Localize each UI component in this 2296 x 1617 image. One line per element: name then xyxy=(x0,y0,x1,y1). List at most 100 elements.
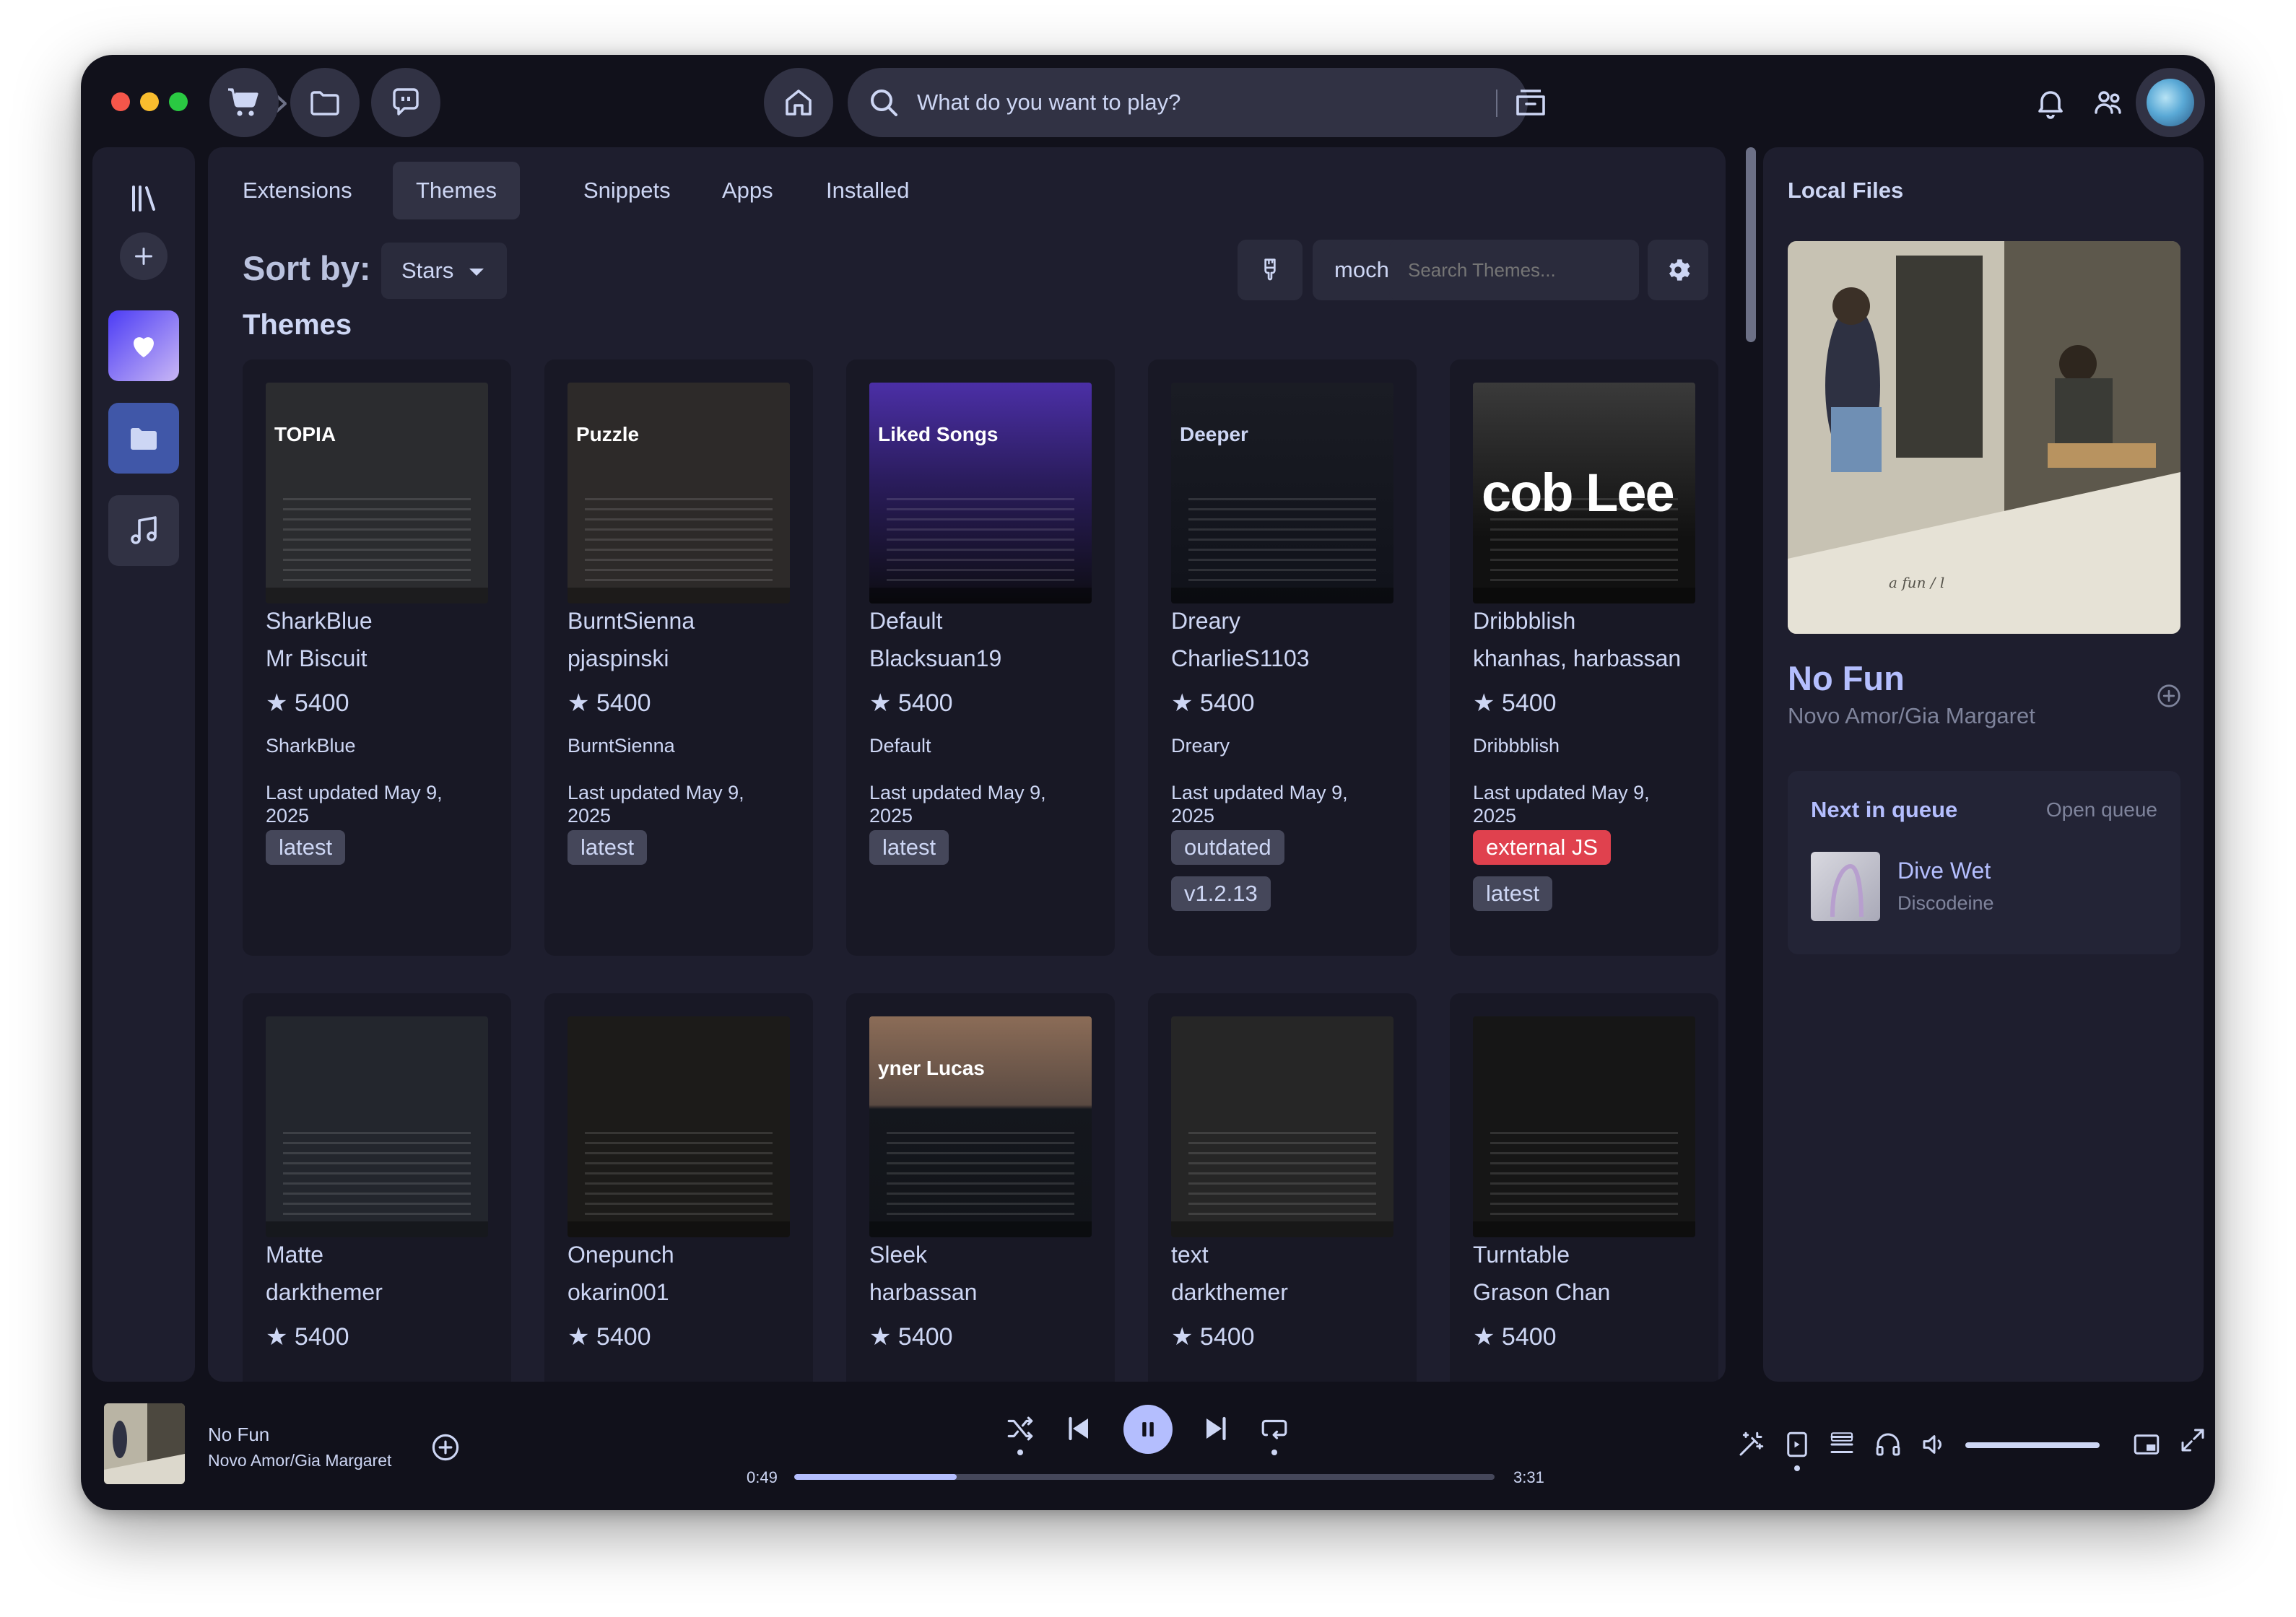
connect-device-icon[interactable] xyxy=(1873,1429,1903,1460)
color-scheme-button[interactable] xyxy=(1238,240,1303,300)
tab-extensions[interactable]: Extensions xyxy=(219,162,375,219)
add-to-library-icon[interactable] xyxy=(430,1432,461,1463)
mini-player-icon[interactable] xyxy=(2131,1429,2162,1460)
theme-author[interactable]: darkthemer xyxy=(1171,1279,1288,1306)
theme-author[interactable]: okarin001 xyxy=(568,1279,669,1306)
theme-name: text xyxy=(1171,1242,1209,1268)
theme-card[interactable]: Onepunch okarin001 ★ 5400 xyxy=(544,993,813,1382)
theme-search-input[interactable] xyxy=(1389,240,1639,300)
theme-card[interactable]: text darkthemer ★ 5400 xyxy=(1148,993,1417,1382)
queue-song-artist[interactable]: Discodeine xyxy=(1897,892,1994,915)
pause-icon xyxy=(1142,1422,1154,1437)
library-toggle-button[interactable] xyxy=(108,163,179,234)
current-song-artist[interactable]: Novo Amor/Gia Margaret xyxy=(1788,703,2035,729)
home-button[interactable] xyxy=(764,68,833,137)
theme-author[interactable]: pjaspinski xyxy=(568,645,669,672)
playlist-item[interactable] xyxy=(108,495,179,566)
repeat-active-dot xyxy=(1271,1450,1277,1455)
liked-songs-item[interactable] xyxy=(108,310,179,381)
local-files-item[interactable] xyxy=(108,403,179,474)
album-art: a fun / l xyxy=(1788,241,2180,634)
queue-album-art[interactable] xyxy=(1811,852,1880,921)
repeat-icon[interactable] xyxy=(1259,1413,1290,1444)
theme-tag: outdated xyxy=(1171,830,1284,865)
theme-preview-image: TOPIA xyxy=(266,383,488,603)
search-bar[interactable]: What do you want to play? xyxy=(848,68,1545,137)
pause-button[interactable] xyxy=(1123,1405,1173,1454)
volume-slider[interactable] xyxy=(1965,1442,2100,1448)
theme-name: Onepunch xyxy=(568,1242,674,1268)
settings-button[interactable] xyxy=(1648,240,1708,300)
player-song-artist[interactable]: Novo Amor/Gia Margaret xyxy=(208,1451,391,1470)
main-scrollbar[interactable] xyxy=(1746,147,1756,342)
theme-author[interactable]: CharlieS1103 xyxy=(1171,645,1310,672)
theme-preview-title: cob Lee xyxy=(1482,463,1675,523)
theme-card[interactable]: Puzzle BurntSienna pjaspinski ★ 5400 BurntSi… xyxy=(544,359,813,956)
previous-track-icon[interactable] xyxy=(1063,1413,1093,1444)
theme-desc: Dreary xyxy=(1171,735,1230,757)
marketplace-button[interactable] xyxy=(209,68,279,137)
theme-author[interactable]: khanhas, harbassan xyxy=(1473,645,1681,672)
lyrics-button[interactable] xyxy=(371,68,440,137)
profile-avatar[interactable] xyxy=(2136,68,2205,137)
theme-card[interactable]: Deeper Dreary CharlieS1103 ★ 5400 Dreary Last… xyxy=(1148,359,1417,956)
plus-icon xyxy=(135,248,152,265)
theme-author[interactable]: Grason Chan xyxy=(1473,1279,1610,1306)
theme-card[interactable]: TOPIA SharkBlue Mr Biscuit ★ 5400 SharkBlue L… xyxy=(243,359,511,956)
browse-icon[interactable] xyxy=(1513,85,1548,120)
volume-icon[interactable] xyxy=(1919,1429,1949,1460)
tab-themes[interactable]: Themes xyxy=(393,162,520,219)
tab-snippets[interactable]: Snippets xyxy=(560,162,694,219)
close-window-button[interactable] xyxy=(111,92,130,111)
sort-label: Sort by: xyxy=(243,249,371,287)
zoom-window-button[interactable] xyxy=(169,92,188,111)
library-icon xyxy=(132,186,155,212)
section-title: Themes xyxy=(243,309,352,341)
theme-card[interactable]: cob Lee Dribbblish khanhas, harbassan ★ 540… xyxy=(1450,359,1718,956)
sort-dropdown[interactable]: Stars xyxy=(381,243,507,299)
theme-author[interactable]: Blacksuan19 xyxy=(869,645,1001,672)
theme-tag: v1.2.13 xyxy=(1171,876,1271,911)
folder-button[interactable] xyxy=(290,68,360,137)
theme-name: Dribbblish xyxy=(1473,608,1576,634)
tab-apps[interactable]: Apps xyxy=(699,162,796,219)
friends-icon[interactable] xyxy=(2091,85,2126,120)
theme-author[interactable]: harbassan xyxy=(869,1279,977,1306)
theme-author[interactable]: Mr Biscuit xyxy=(266,645,367,672)
theme-stars: ★ 5400 xyxy=(1473,689,1557,717)
theme-desc: Default xyxy=(869,735,931,757)
fullscreen-icon[interactable] xyxy=(2178,1425,2208,1455)
theme-name: Dreary xyxy=(1171,608,1241,634)
now-playing-view-icon[interactable] xyxy=(1782,1429,1812,1460)
marketplace-main: Extensions Themes Snippets Apps Installe… xyxy=(208,147,1726,1382)
theme-card[interactable]: Turntable Grason Chan ★ 5400 xyxy=(1450,993,1718,1382)
add-to-library-icon[interactable] xyxy=(2156,683,2182,709)
minimize-window-button[interactable] xyxy=(140,92,159,111)
search-input[interactable]: What do you want to play? xyxy=(917,68,1180,137)
queue-song-title[interactable]: Dive Wet xyxy=(1897,858,1991,884)
create-playlist-button[interactable] xyxy=(120,232,168,280)
shuffle-icon[interactable] xyxy=(1005,1413,1035,1444)
player-song-title[interactable]: No Fun xyxy=(208,1424,269,1446)
search-divider xyxy=(1496,90,1497,117)
playback-progress-bar[interactable] xyxy=(794,1474,1495,1480)
theme-author[interactable]: darkthemer xyxy=(266,1279,383,1306)
theme-stars: ★ 5400 xyxy=(568,689,651,717)
folder-icon xyxy=(310,91,339,116)
theme-stars: ★ 5400 xyxy=(266,1323,349,1351)
queue-icon[interactable] xyxy=(1827,1429,1857,1460)
open-queue-link[interactable]: Open queue xyxy=(2046,798,2157,821)
theme-card[interactable]: yner Lucas Sleek harbassan ★ 5400 xyxy=(846,993,1115,1382)
tab-installed[interactable]: Installed xyxy=(803,162,932,219)
theme-card[interactable]: Liked Songs Default Blacksuan19 ★ 5400 Defau… xyxy=(846,359,1115,956)
next-track-icon[interactable] xyxy=(1201,1413,1232,1444)
magic-wand-icon[interactable] xyxy=(1736,1429,1766,1460)
now-playing-art[interactable] xyxy=(104,1403,185,1484)
home-icon xyxy=(786,90,812,116)
theme-tag: latest xyxy=(1473,876,1553,911)
current-song-title[interactable]: No Fun xyxy=(1788,658,1905,698)
theme-updated: Last updated May 9, 2025 xyxy=(1473,782,1650,827)
theme-card[interactable]: Matte darkthemer ★ 5400 xyxy=(243,993,511,1382)
bell-icon[interactable] xyxy=(2033,85,2068,120)
theme-tag: latest xyxy=(869,830,949,865)
